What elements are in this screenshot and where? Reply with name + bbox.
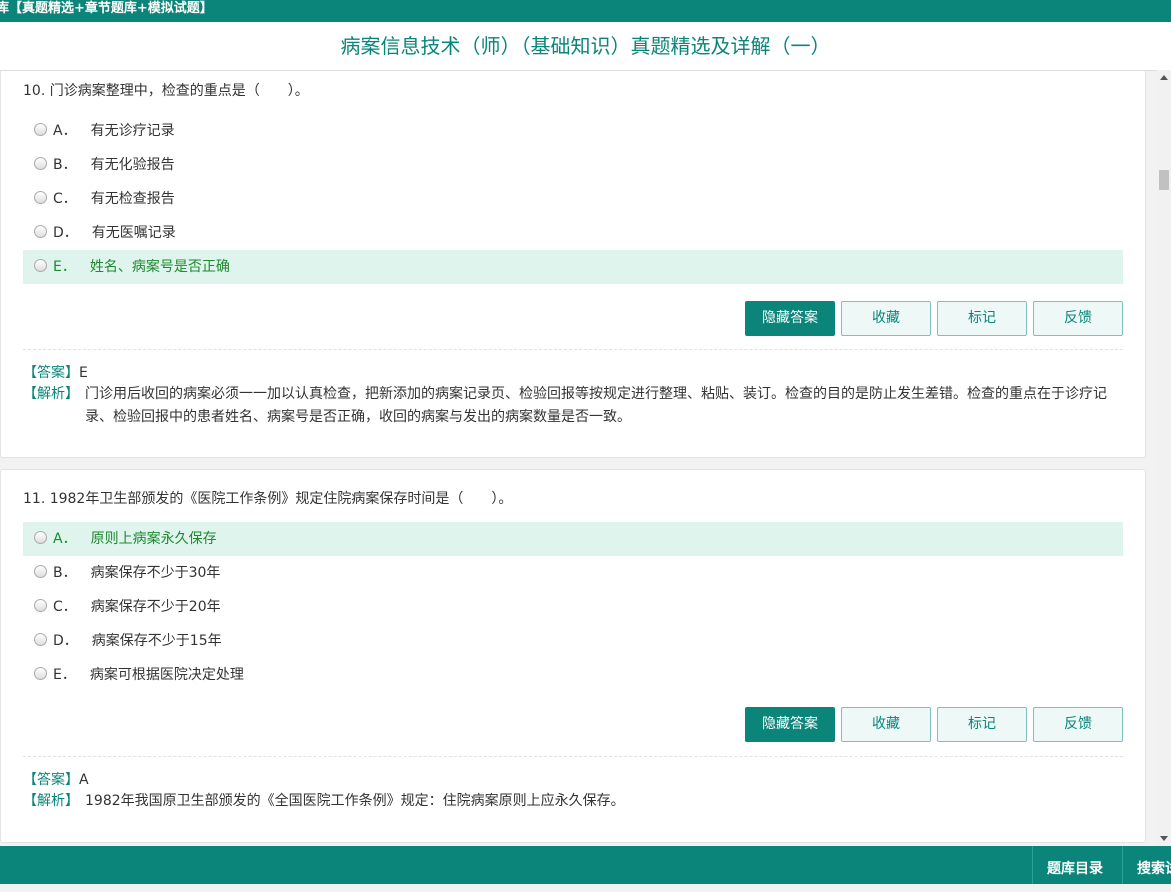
page-title: 病案信息技术（师）（基础知识）真题精选及详解（一） [0, 22, 1171, 71]
mark-button[interactable]: 标记 [937, 707, 1027, 742]
radio-icon[interactable] [34, 632, 47, 646]
explanation-tag: 【解析】 [23, 793, 79, 809]
catalog-button[interactable]: 题库目录 [1032, 846, 1103, 884]
explanation: 【解析】 1982年我国原卫生部颁发的《全国医院工作条例》规定：住院病案原则上应… [23, 790, 1123, 813]
option-d[interactable]: D． 有无医嘱记录 [23, 216, 1123, 250]
scroll-down-icon[interactable] [1160, 836, 1168, 841]
hide-answer-button[interactable]: 隐藏答案 [745, 707, 835, 742]
answer-value: E [79, 365, 88, 381]
question-list: 10. 门诊病案整理中，检查的重点是（ ）。 A． 有无诊疗记录 B． 有无化验报告… [0, 71, 1157, 846]
option-b[interactable]: B． 病案保存不少于30年 [23, 556, 1123, 590]
option-a[interactable]: A． 原则上病案永久保存 [23, 522, 1123, 556]
vertical-scrollbar[interactable] [1157, 70, 1171, 846]
radio-icon[interactable] [34, 156, 47, 170]
answer-toolbar: 隐藏答案 收藏 标记 反馈 [739, 707, 1123, 743]
scrollbar-thumb[interactable] [1159, 170, 1169, 190]
answer-tag: 【答案】 [23, 365, 79, 381]
question-text: 11. 1982年卫生部颁发的《医院工作条例》规定住院病案保存时间是（ ）。 [23, 491, 513, 507]
answer-row: 【答案】A [23, 769, 89, 789]
radio-icon[interactable] [34, 190, 47, 204]
mark-button[interactable]: 标记 [937, 301, 1027, 336]
option-e[interactable]: E． 姓名、病案号是否正确 [23, 250, 1123, 284]
search-button[interactable]: 搜索试题 [1122, 846, 1171, 884]
favorite-button[interactable]: 收藏 [841, 707, 931, 742]
option-d[interactable]: D． 病案保存不少于15年 [23, 624, 1123, 658]
explanation: 【解析】 门诊用后收回的病案必须一一加以认真检查，把新添加的病案记录页、检验回报… [23, 383, 1123, 429]
radio-icon[interactable] [34, 258, 47, 272]
app-topbar: 库【真题精选+章节题库+模拟试题】 [0, 0, 1171, 22]
radio-icon[interactable] [34, 564, 47, 578]
radio-icon[interactable] [34, 122, 47, 136]
option-c[interactable]: C． 病案保存不少于20年 [23, 590, 1123, 624]
answer-toolbar: 隐藏答案 收藏 标记 反馈 [739, 301, 1123, 337]
feedback-button[interactable]: 反馈 [1033, 301, 1123, 336]
radio-icon[interactable] [34, 224, 47, 238]
hide-answer-button[interactable]: 隐藏答案 [745, 301, 835, 336]
question-card: 11. 1982年卫生部颁发的《医院工作条例》规定住院病案保存时间是（ ）。 A… [0, 469, 1146, 843]
explanation-tag: 【解析】 [23, 386, 79, 402]
answer-tag: 【答案】 [23, 772, 79, 788]
explanation-text: 1982年我国原卫生部颁发的《全国医院工作条例》规定：住院病案原则上应永久保存。 [85, 793, 625, 809]
radio-icon[interactable] [34, 666, 47, 680]
divider [23, 349, 1123, 350]
question-card: 10. 门诊病案整理中，检查的重点是（ ）。 A． 有无诊疗记录 B． 有无化验报告… [0, 71, 1146, 458]
radio-icon[interactable] [34, 530, 47, 544]
favorite-button[interactable]: 收藏 [841, 301, 931, 336]
bottom-nav: 题库目录 搜索试题 [0, 846, 1171, 884]
app-topbar-title: 库【真题精选+章节题库+模拟试题】 [0, 1, 213, 16]
scroll-up-icon[interactable] [1160, 75, 1168, 80]
radio-icon[interactable] [34, 598, 47, 612]
divider [23, 756, 1123, 757]
explanation-text: 门诊用后收回的病案必须一一加以认真检查，把新添加的病案记录页、检验回报等按规定进… [85, 386, 1107, 425]
question-text: 10. 门诊病案整理中，检查的重点是（ ）。 [23, 83, 309, 99]
option-e[interactable]: E． 病案可根据医院决定处理 [23, 658, 1123, 692]
answer-row: 【答案】E [23, 362, 88, 382]
option-b[interactable]: B． 有无化验报告 [23, 148, 1123, 182]
feedback-button[interactable]: 反馈 [1033, 707, 1123, 742]
answer-value: A [79, 772, 89, 788]
option-c[interactable]: C． 有无检查报告 [23, 182, 1123, 216]
option-a[interactable]: A． 有无诊疗记录 [23, 114, 1123, 148]
